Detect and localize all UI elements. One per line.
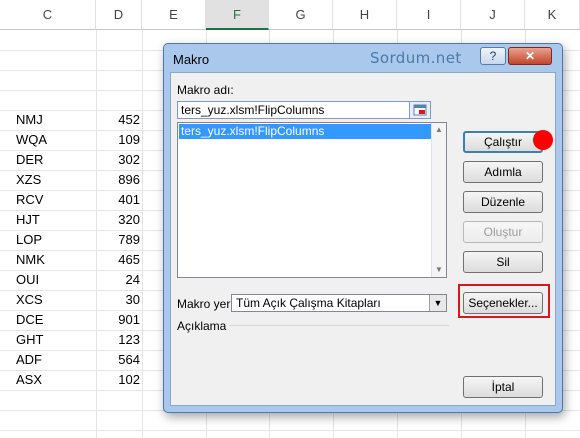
cell-value[interactable]: 789 bbox=[112, 230, 140, 250]
column-header-c[interactable]: C bbox=[0, 0, 96, 30]
scroll-up-icon[interactable]: ▲ bbox=[434, 125, 444, 135]
cell-code[interactable]: NMK bbox=[16, 250, 45, 270]
column-header-h[interactable]: H bbox=[333, 0, 397, 30]
highlight-box bbox=[458, 284, 550, 318]
macro-name-field[interactable] bbox=[177, 101, 431, 119]
cell-code[interactable]: XCS bbox=[16, 290, 43, 310]
cell-code[interactable]: DER bbox=[16, 150, 43, 170]
column-header-g[interactable]: G bbox=[269, 0, 333, 30]
macro-dialog: Makro Sordum.net ? ✕ Makro adı: ters_yuz… bbox=[163, 43, 563, 413]
delete-button[interactable]: Sil bbox=[463, 251, 543, 273]
step-into-button[interactable]: Adımla bbox=[463, 161, 543, 183]
column-header-e[interactable]: E bbox=[142, 0, 206, 30]
macro-location-dropdown[interactable]: Tüm Açık Çalışma Kitapları ▼ bbox=[231, 294, 447, 312]
cell-value[interactable]: 564 bbox=[112, 350, 140, 370]
run-button[interactable]: Çalıştır bbox=[463, 131, 543, 153]
watermark: Sordum.net bbox=[370, 49, 462, 67]
cell-code[interactable]: RCV bbox=[16, 190, 43, 210]
list-scrollbar[interactable]: ▲ ▼ bbox=[431, 123, 446, 277]
column-header-f[interactable]: F bbox=[206, 0, 269, 30]
edit-button[interactable]: Düzenle bbox=[463, 191, 543, 213]
close-button[interactable]: ✕ bbox=[508, 47, 552, 65]
macro-name-label: Makro adı: bbox=[177, 83, 234, 97]
cell-code[interactable]: GHT bbox=[16, 330, 43, 350]
cancel-button[interactable]: İptal bbox=[463, 376, 543, 398]
macro-location-value: Tüm Açık Çalışma Kitapları bbox=[236, 296, 381, 310]
cell-value[interactable]: 465 bbox=[112, 250, 140, 270]
cell-code[interactable]: LOP bbox=[16, 230, 42, 250]
record-dot-icon bbox=[533, 130, 553, 150]
cell-value[interactable]: 320 bbox=[112, 210, 140, 230]
description-divider bbox=[229, 325, 449, 326]
cell-value[interactable]: 123 bbox=[112, 330, 140, 350]
macro-name-input[interactable] bbox=[178, 102, 409, 118]
column-header-k[interactable]: K bbox=[525, 0, 580, 30]
collapse-dialog-icon[interactable] bbox=[409, 102, 430, 118]
row-gridline bbox=[0, 430, 580, 431]
cell-value[interactable]: 901 bbox=[112, 310, 140, 330]
cell-value[interactable]: 102 bbox=[112, 370, 140, 390]
macro-list[interactable]: ters_yuz.xlsm!FlipColumns ▲ ▼ bbox=[177, 122, 447, 278]
description-label: Açıklama bbox=[177, 319, 227, 333]
cell-value[interactable]: 452 bbox=[112, 110, 140, 130]
column-header-i[interactable]: I bbox=[397, 0, 461, 30]
cell-code[interactable]: HJT bbox=[16, 210, 40, 230]
cell-value[interactable]: 302 bbox=[112, 150, 140, 170]
help-button[interactable]: ? bbox=[480, 47, 506, 65]
cell-code[interactable]: WQA bbox=[16, 130, 47, 150]
macro-location-label: Makro yeri: bbox=[177, 297, 237, 311]
scroll-down-icon[interactable]: ▼ bbox=[434, 265, 444, 275]
list-item[interactable]: ters_yuz.xlsm!FlipColumns bbox=[179, 124, 433, 139]
cell-value[interactable]: 109 bbox=[112, 130, 140, 150]
dialog-titlebar[interactable]: Makro Sordum.net ? ✕ bbox=[164, 44, 562, 72]
cell-code[interactable]: OUI bbox=[16, 270, 39, 290]
create-button[interactable]: Oluştur bbox=[463, 221, 543, 243]
chevron-down-icon[interactable]: ▼ bbox=[429, 295, 446, 311]
cell-value[interactable]: 30 bbox=[112, 290, 140, 310]
cell-value[interactable]: 896 bbox=[112, 170, 140, 190]
cell-value[interactable]: 401 bbox=[112, 190, 140, 210]
column-header-d[interactable]: D bbox=[96, 0, 142, 30]
cell-code[interactable]: ASX bbox=[16, 370, 42, 390]
cell-code[interactable]: NMJ bbox=[16, 110, 43, 130]
cell-code[interactable]: DCE bbox=[16, 310, 43, 330]
dialog-title: Makro bbox=[173, 52, 210, 67]
cell-code[interactable]: ADF bbox=[16, 350, 42, 370]
column-header-j[interactable]: J bbox=[461, 0, 525, 30]
cell-value[interactable]: 24 bbox=[112, 270, 140, 290]
dialog-body: Makro adı: ters_yuz.xlsm!FlipColumns ▲ ▼… bbox=[170, 72, 556, 406]
cell-code[interactable]: XZS bbox=[16, 170, 41, 190]
